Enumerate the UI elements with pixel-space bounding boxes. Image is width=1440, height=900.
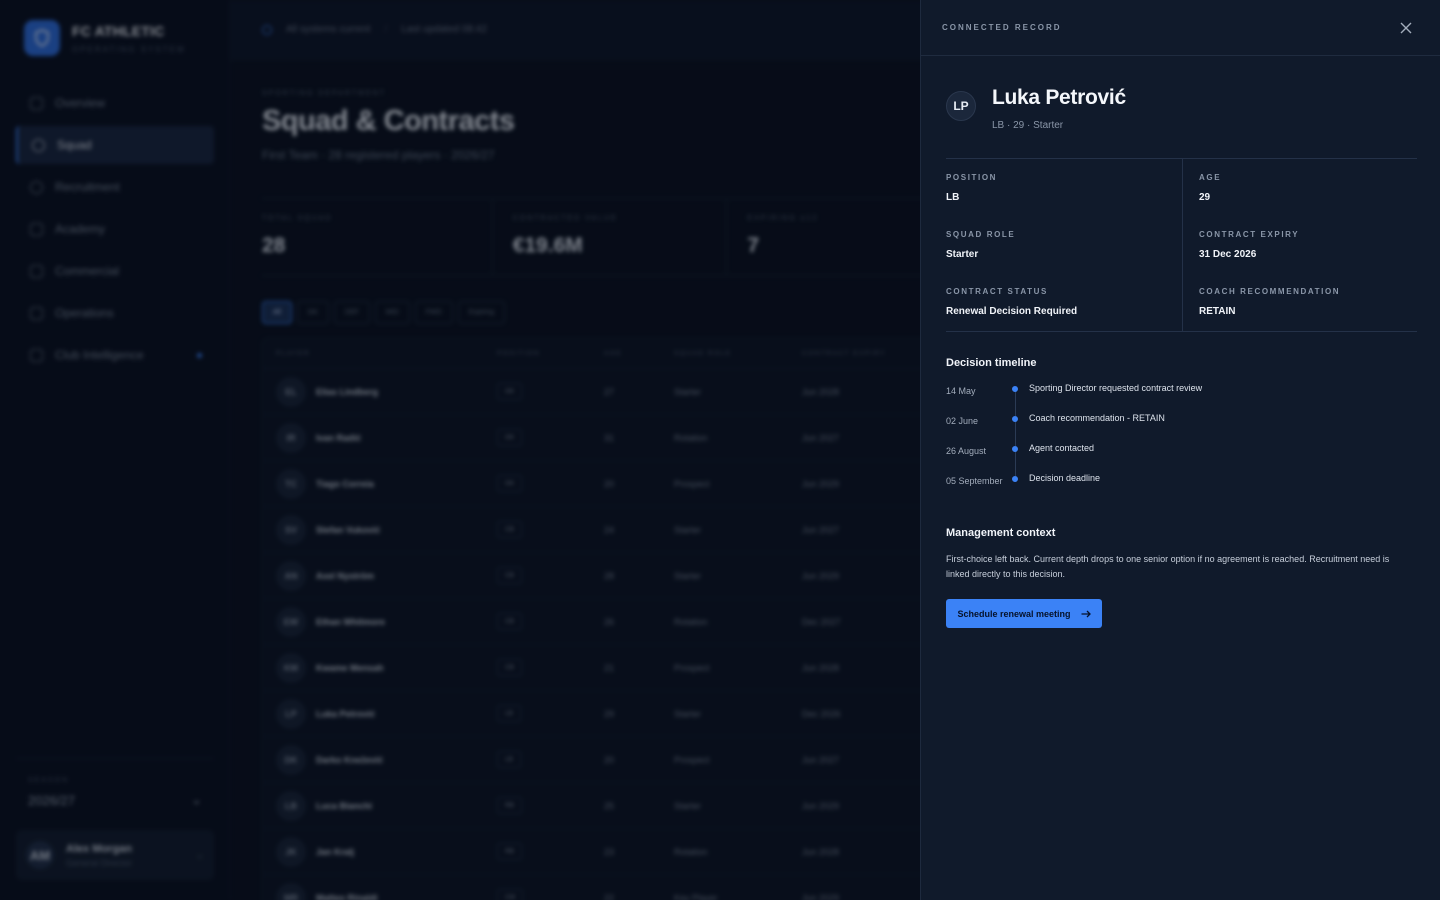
detail-value: 29 — [1199, 192, 1211, 203]
player-meta: LB · 29 · Starter — [992, 120, 1064, 131]
timeline-date: 14 May — [946, 386, 976, 396]
timeline-item: 02 June Coach recommendation - RETAIN — [946, 411, 1417, 446]
timeline-date: 26 August — [946, 446, 987, 456]
record-drawer: CONNECTED RECORD LP Luka Petrović LB · 2… — [920, 0, 1440, 900]
detail-label: COACH RECOMMENDATION — [1199, 287, 1341, 296]
drawer-kicker: CONNECTED RECORD — [942, 23, 1062, 32]
detail-age: AGE 29 — [1182, 159, 1417, 216]
timeline-title: Decision timeline — [946, 357, 1037, 369]
timeline-event: Agent contacted — [1029, 443, 1095, 453]
schedule-renewal-button[interactable]: Schedule renewal meeting — [946, 599, 1102, 628]
close-icon — [1400, 22, 1412, 33]
detail-label: CONTRACT EXPIRY — [1199, 230, 1300, 239]
detail-label: CONTRACT STATUS — [946, 287, 1048, 296]
timeline-date: 02 June — [946, 416, 979, 426]
modal-overlay[interactable] — [0, 0, 920, 900]
drawer-header: CONNECTED RECORD — [921, 0, 1440, 56]
avatar: LP — [946, 91, 976, 121]
detail-position: POSITION LB — [946, 159, 1182, 216]
detail-squad-role: SQUAD ROLE Starter — [946, 216, 1182, 273]
context-text: First-choice left back. Current depth dr… — [946, 554, 1390, 579]
detail-value: LB — [946, 192, 960, 203]
player-details-grid: POSITION LB AGE 29 SQUAD ROLE Starter CO… — [946, 158, 1417, 332]
close-button[interactable] — [1396, 18, 1416, 38]
detail-label: SQUAD ROLE — [946, 230, 1016, 239]
player-name: Luka Petrović — [992, 86, 1126, 109]
detail-coach-recommendation: COACH RECOMMENDATION RETAIN — [1182, 273, 1417, 331]
detail-value: 31 Dec 2026 — [1199, 249, 1257, 260]
detail-label: POSITION — [946, 173, 998, 182]
button-label: Schedule renewal meeting — [957, 608, 1071, 619]
detail-value: RETAIN — [1199, 306, 1236, 317]
timeline-date: 05 September — [946, 476, 1003, 486]
detail-value: Renewal Decision Required — [946, 306, 1078, 317]
detail-contract-expiry: CONTRACT EXPIRY 31 Dec 2026 — [1182, 216, 1417, 273]
timeline-dot — [1012, 476, 1018, 482]
timeline-event: Sporting Director requested contract rev… — [1029, 383, 1203, 393]
timeline-event: Coach recommendation - RETAIN — [1029, 413, 1165, 423]
timeline-item: 14 May Sporting Director requested contr… — [946, 381, 1417, 416]
detail-value: Starter — [946, 249, 979, 260]
detail-label: AGE — [1199, 173, 1222, 182]
timeline-event: Decision deadline — [1029, 473, 1101, 483]
detail-contract-status: CONTRACT STATUS Renewal Decision Require… — [946, 273, 1182, 331]
context-title: Management context — [946, 527, 1056, 539]
arrow-right-icon — [1081, 610, 1091, 617]
timeline-item: 05 September Decision deadline — [946, 471, 1417, 511]
decision-timeline: 14 May Sporting Director requested contr… — [946, 381, 1417, 511]
player-profile: LP Luka Petrović LB · 29 · Starter — [946, 86, 1126, 131]
timeline-item: 26 August Agent contacted — [946, 441, 1417, 476]
